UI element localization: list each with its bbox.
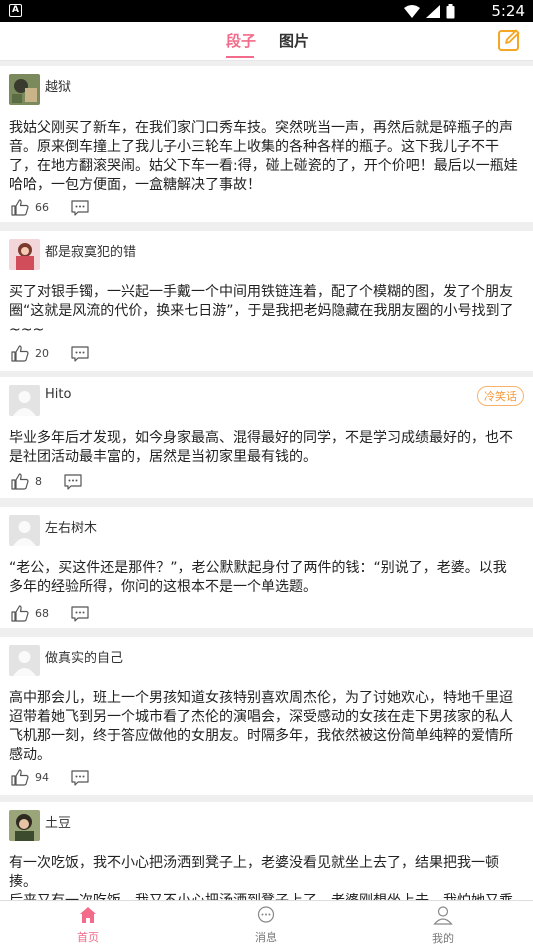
comment-icon[interactable] <box>71 345 89 362</box>
comment-icon[interactable] <box>71 769 89 786</box>
avatar <box>9 515 40 546</box>
post-card[interactable]: 越狱 我姑父刚买了新车，在我们家门口秀车技。突然咣当一声，再然后就是碎瓶子的声音… <box>0 66 533 222</box>
username[interactable]: 都是寂寞犯的错 <box>45 241 136 260</box>
nav-profile[interactable]: 我的 <box>398 901 488 946</box>
like-count: 8 <box>35 475 42 488</box>
comment-icon[interactable] <box>71 199 89 216</box>
nav-label: 我的 <box>432 932 454 945</box>
username[interactable]: 越狱 <box>45 76 71 95</box>
nav-label: 消息 <box>255 931 277 944</box>
comment-icon[interactable] <box>64 473 82 490</box>
like-icon[interactable] <box>11 769 29 786</box>
post-card[interactable]: 都是寂寞犯的错 买了对银手镯，一兴起一手戴一个中间用铁链连着，配了个模糊的图，发… <box>0 231 533 371</box>
notification-icon: A <box>9 4 22 17</box>
home-icon <box>80 907 96 923</box>
wifi-icon <box>404 5 420 18</box>
nav-messages[interactable]: 消息 <box>221 901 311 945</box>
post-text: 我姑父刚买了新车，在我们家门口秀车技。突然咣当一声，再然后就是碎瓶子的声音。原来… <box>9 120 518 193</box>
username[interactable]: 左右树木 <box>45 517 97 536</box>
like-count: 20 <box>35 347 49 360</box>
post-text: 买了对银手镯，一兴起一手戴一个中间用铁链连着，配了个模糊的图，发了个朋友圈“这就… <box>9 284 514 338</box>
like-count: 66 <box>35 201 49 214</box>
post-card[interactable]: Hito 冷笑话 毕业多年后才发现，如今身家最高、混得最好的同学，不是学习成绩最… <box>0 377 533 498</box>
username[interactable]: 土豆 <box>45 812 71 831</box>
message-icon <box>257 906 275 923</box>
tab-pictures[interactable]: 图片 <box>279 30 309 51</box>
profile-icon <box>433 906 453 925</box>
avatar <box>9 385 40 416</box>
post-card[interactable]: 做真实的自己 高中那会儿，班上一个男孩知道女孩特别喜欢周杰伦，为了讨她欢心，特地… <box>0 637 533 795</box>
post-text: 高中那会儿，班上一个男孩知道女孩特别喜欢周杰伦，为了讨她欢心，特地千里迢迢带着她… <box>9 690 513 763</box>
active-tab-indicator <box>226 56 254 58</box>
clock: 5:24 <box>491 2 525 20</box>
comment-icon[interactable] <box>71 605 89 622</box>
avatar <box>9 74 40 105</box>
like-count: 94 <box>35 771 49 784</box>
category-tag[interactable]: 冷笑话 <box>477 386 524 406</box>
edit-icon[interactable] <box>497 28 521 52</box>
like-icon[interactable] <box>11 199 29 216</box>
post-card[interactable]: 土豆 有一次吃饭，我不小心把汤洒到凳子上，老婆没看见就坐上去了，结果把我一顿揍。… <box>0 802 533 900</box>
post-text: 有一次吃饭，我不小心把汤洒到凳子上，老婆没看见就坐上去了，结果把我一顿揍。 后来… <box>9 855 513 900</box>
avatar <box>9 645 40 676</box>
avatar <box>9 239 40 270</box>
bottom-navigation: 首页 消息 我的 <box>0 900 533 948</box>
nav-label: 首页 <box>77 931 99 944</box>
joke-feed[interactable]: 越狱 我姑父刚买了新车，在我们家门口秀车技。突然咣当一声，再然后就是碎瓶子的声音… <box>0 61 533 900</box>
tab-jokes[interactable]: 段子 <box>226 30 256 51</box>
battery-icon <box>446 4 455 19</box>
status-bar: A 5:24 <box>0 0 533 22</box>
like-count: 68 <box>35 607 49 620</box>
post-text: “老公，买这件还是那件？”，老公默默起身付了两件的钱：“别说了，老婆。以我多年的… <box>9 560 507 595</box>
nav-home[interactable]: 首页 <box>43 901 133 945</box>
like-icon[interactable] <box>11 605 29 622</box>
like-icon[interactable] <box>11 345 29 362</box>
post-text: 毕业多年后才发现，如今身家最高、混得最好的同学，不是学习成绩最好的，也不是社团活… <box>9 430 513 465</box>
like-icon[interactable] <box>11 473 29 490</box>
post-card[interactable]: 左右树木 “老公，买这件还是那件？”，老公默默起身付了两件的钱：“别说了，老婆。… <box>0 507 533 628</box>
signal-icon <box>426 5 440 18</box>
top-bar: 段子 图片 <box>0 22 533 61</box>
avatar <box>9 810 40 841</box>
username[interactable]: Hito <box>45 387 71 402</box>
username[interactable]: 做真实的自己 <box>45 647 123 666</box>
